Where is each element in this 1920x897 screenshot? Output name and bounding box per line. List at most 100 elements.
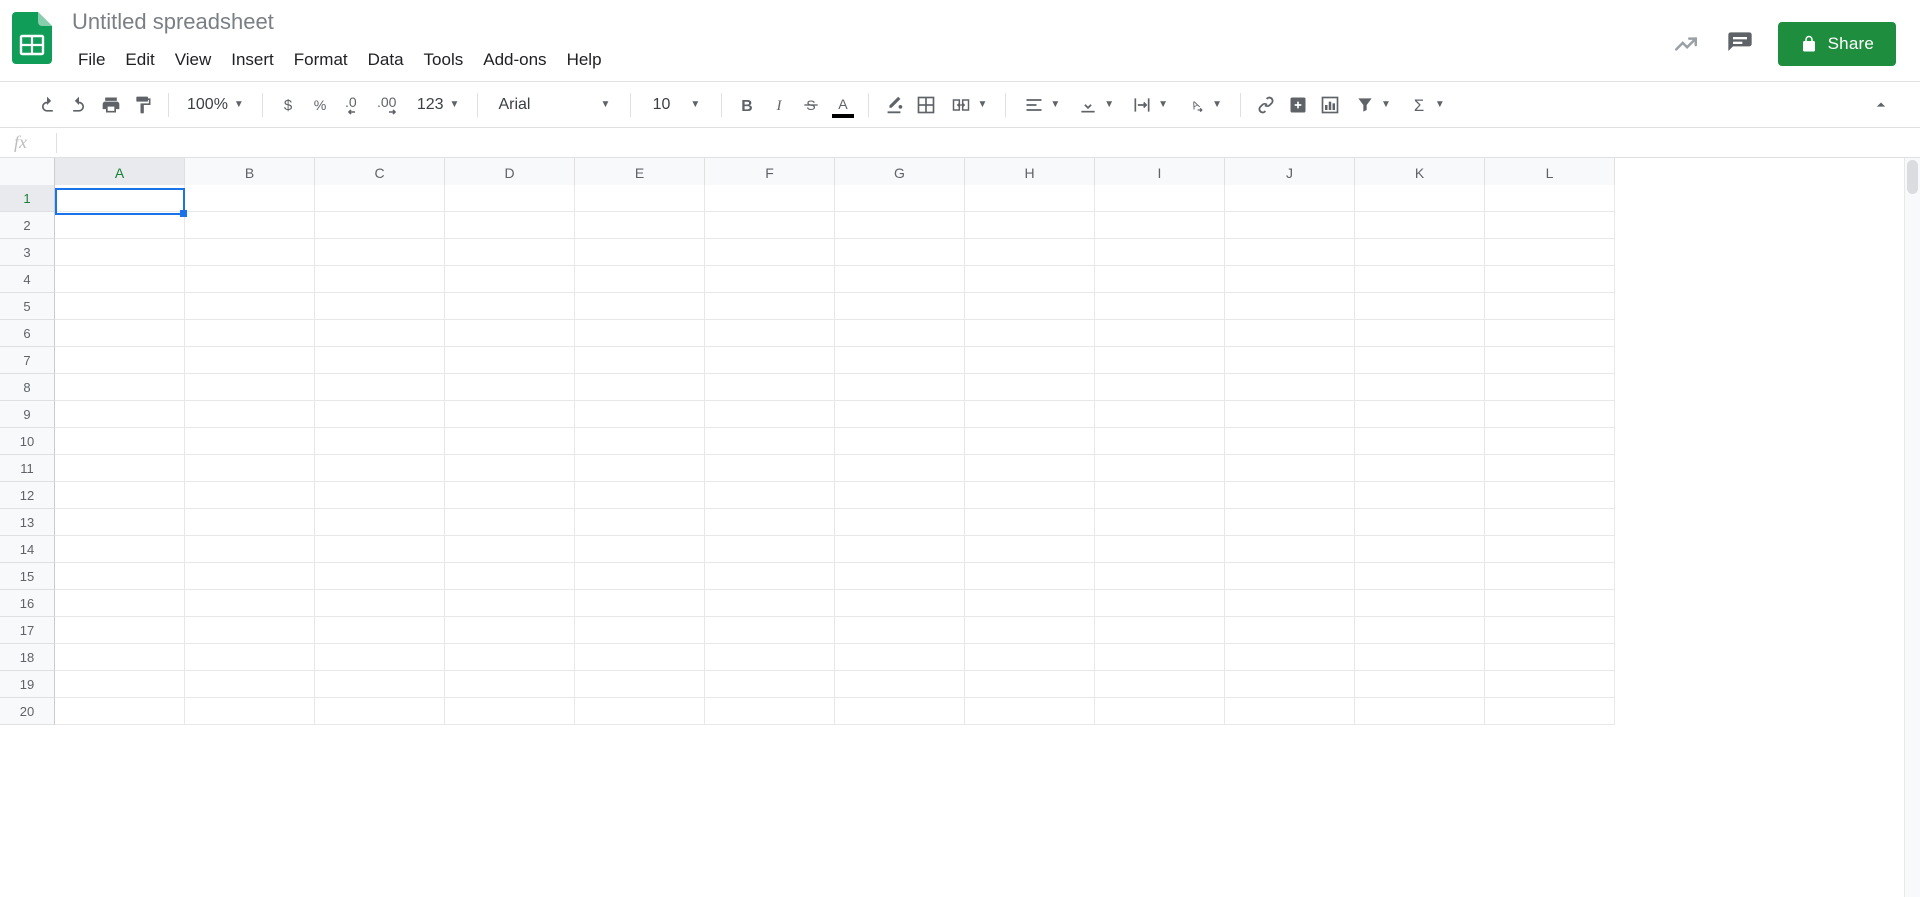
cell[interactable] xyxy=(835,347,965,374)
cell[interactable] xyxy=(1225,239,1355,266)
cell[interactable] xyxy=(705,590,835,617)
column-header[interactable]: J xyxy=(1225,158,1355,188)
cell[interactable] xyxy=(445,347,575,374)
fill-color-button[interactable] xyxy=(879,90,909,120)
cell[interactable] xyxy=(705,374,835,401)
cell[interactable] xyxy=(835,536,965,563)
cell[interactable] xyxy=(575,374,705,401)
cell[interactable] xyxy=(185,212,315,239)
cell[interactable] xyxy=(1355,374,1485,401)
cell[interactable] xyxy=(185,374,315,401)
cell[interactable] xyxy=(965,266,1095,293)
cell[interactable] xyxy=(705,239,835,266)
row-header[interactable]: 12 xyxy=(0,482,55,509)
cell[interactable] xyxy=(835,482,965,509)
percent-button[interactable]: % xyxy=(305,90,335,120)
text-color-button[interactable]: A xyxy=(828,90,858,120)
cell[interactable] xyxy=(445,320,575,347)
row-header[interactable]: 18 xyxy=(0,644,55,671)
cell[interactable] xyxy=(1485,428,1615,455)
cell[interactable] xyxy=(575,239,705,266)
cell[interactable] xyxy=(1355,239,1485,266)
menu-format[interactable]: Format xyxy=(284,46,358,74)
cell[interactable] xyxy=(965,428,1095,455)
cell[interactable] xyxy=(965,347,1095,374)
cell[interactable] xyxy=(575,428,705,455)
cell[interactable] xyxy=(705,563,835,590)
cell[interactable] xyxy=(445,293,575,320)
cell[interactable] xyxy=(705,266,835,293)
cell[interactable] xyxy=(705,617,835,644)
cell[interactable] xyxy=(185,239,315,266)
cell[interactable] xyxy=(445,698,575,725)
cell[interactable] xyxy=(445,374,575,401)
cell[interactable] xyxy=(445,617,575,644)
cell[interactable] xyxy=(1095,671,1225,698)
cell[interactable] xyxy=(705,644,835,671)
cell[interactable] xyxy=(185,266,315,293)
redo-button[interactable] xyxy=(64,90,94,120)
row-header[interactable]: 20 xyxy=(0,698,55,725)
cell[interactable] xyxy=(185,401,315,428)
cell[interactable] xyxy=(835,671,965,698)
row-header[interactable]: 9 xyxy=(0,401,55,428)
cell[interactable] xyxy=(575,509,705,536)
cell[interactable] xyxy=(315,320,445,347)
cell[interactable] xyxy=(835,239,965,266)
cell[interactable] xyxy=(575,482,705,509)
cell[interactable] xyxy=(315,266,445,293)
cell[interactable] xyxy=(1355,482,1485,509)
cell[interactable] xyxy=(1225,428,1355,455)
cell[interactable] xyxy=(1485,374,1615,401)
column-header[interactable]: I xyxy=(1095,158,1225,188)
menu-insert[interactable]: Insert xyxy=(221,46,284,74)
cell[interactable] xyxy=(835,509,965,536)
row-header[interactable]: 1 xyxy=(0,185,55,212)
borders-button[interactable] xyxy=(911,90,941,120)
cell[interactable] xyxy=(575,320,705,347)
cell[interactable] xyxy=(445,644,575,671)
cell[interactable] xyxy=(55,239,185,266)
cell[interactable] xyxy=(185,644,315,671)
cell[interactable] xyxy=(1225,320,1355,347)
row-header[interactable]: 11 xyxy=(0,455,55,482)
column-header[interactable]: H xyxy=(965,158,1095,188)
column-header[interactable]: A xyxy=(55,158,185,188)
column-header[interactable]: C xyxy=(315,158,445,188)
menu-data[interactable]: Data xyxy=(358,46,414,74)
currency-button[interactable]: $ xyxy=(273,90,303,120)
scrollbar-thumb[interactable] xyxy=(1907,160,1918,194)
cell[interactable] xyxy=(1355,509,1485,536)
cell[interactable] xyxy=(575,698,705,725)
cell[interactable] xyxy=(445,455,575,482)
cell[interactable] xyxy=(1095,509,1225,536)
cell[interactable] xyxy=(445,509,575,536)
cell[interactable] xyxy=(965,212,1095,239)
cell[interactable] xyxy=(705,482,835,509)
menu-view[interactable]: View xyxy=(165,46,222,74)
cell[interactable] xyxy=(575,185,705,212)
cell[interactable] xyxy=(835,698,965,725)
strikethrough-button[interactable]: S xyxy=(796,90,826,120)
row-header[interactable]: 6 xyxy=(0,320,55,347)
cell[interactable] xyxy=(1095,320,1225,347)
cell[interactable] xyxy=(185,185,315,212)
vertical-scrollbar[interactable] xyxy=(1904,158,1920,897)
cell[interactable] xyxy=(55,482,185,509)
cell[interactable] xyxy=(55,401,185,428)
print-button[interactable] xyxy=(96,90,126,120)
cell[interactable] xyxy=(445,239,575,266)
text-rotation-button[interactable]: A ▼ xyxy=(1178,90,1230,120)
row-header[interactable]: 3 xyxy=(0,239,55,266)
cell[interactable] xyxy=(1355,401,1485,428)
cell[interactable] xyxy=(55,590,185,617)
cell[interactable] xyxy=(445,590,575,617)
cell[interactable] xyxy=(1225,185,1355,212)
cell[interactable] xyxy=(1225,482,1355,509)
cell[interactable] xyxy=(575,212,705,239)
cell[interactable] xyxy=(1355,644,1485,671)
row-header[interactable]: 2 xyxy=(0,212,55,239)
cell[interactable] xyxy=(965,401,1095,428)
cell[interactable] xyxy=(1095,536,1225,563)
cell[interactable] xyxy=(965,455,1095,482)
